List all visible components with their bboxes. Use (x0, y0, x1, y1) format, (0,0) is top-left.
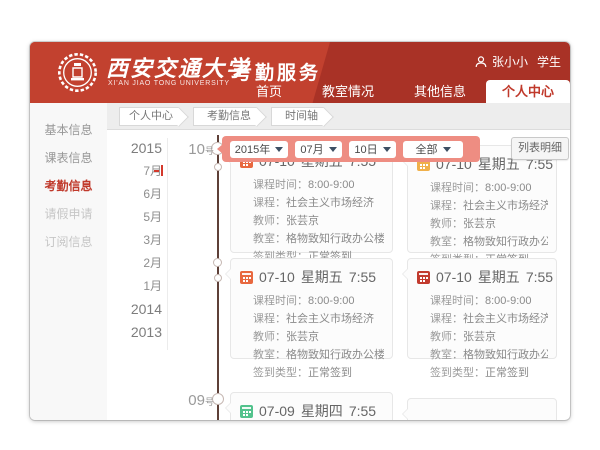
breadcrumb-timeline[interactable]: 时间轴 (271, 107, 324, 126)
scale-separator-line (167, 138, 168, 350)
nav-other-info[interactable]: 其他信息 (400, 80, 480, 103)
calendar-icon (240, 271, 253, 284)
chevron-down-icon (383, 147, 391, 152)
card-date: 07-10 (259, 269, 295, 285)
university-name-en: XI'AN JIAO TONG UNIVERSITY (108, 80, 230, 87)
date-filter-bar: 2015年 07月 10日 全部 (222, 136, 480, 162)
app-window: 西安交通大学 XI'AN JIAO TONG UNIVERSITY 考勤服务 张… (30, 42, 570, 420)
timeline-month-jul[interactable]: 7月 (98, 160, 162, 183)
sidebar-item-timetable-info[interactable]: 课表信息 (30, 144, 107, 172)
timeline-month-mar[interactable]: 3月 (98, 229, 162, 252)
month-dropdown[interactable]: 07月 (295, 141, 342, 158)
card-weekday: 星期五 (478, 267, 520, 287)
user-role: 学生 (537, 53, 561, 70)
card-header: 07-10 星期五 7:55 (231, 259, 392, 290)
timeline-month-jun[interactable]: 6月 (98, 183, 162, 206)
attendance-card: 07-10 星期五 7:55 课程时间：8:00-9:00 课程：社会主义市场经… (407, 258, 557, 359)
user-info[interactable]: 张小小 学生 (475, 53, 561, 70)
chevron-down-icon (275, 147, 283, 152)
chevron-down-icon (443, 147, 451, 152)
attendance-card: 07-10 星期五 7:55 课程时间：8:00-9:00 课程：社会主义市场经… (230, 258, 393, 359)
university-logo-icon (57, 52, 98, 93)
breadcrumb-personal-center[interactable]: 个人中心 (119, 107, 179, 126)
year-dropdown[interactable]: 2015年 (230, 141, 288, 158)
breadcrumb: 个人中心 考勤信息 时间轴 (107, 103, 570, 130)
timeline-node (214, 163, 222, 171)
day-marker-10: 10号 (178, 141, 214, 159)
timeline-scale: 2015 7月 6月 5月 3月 2月 1月 2014 2013 (98, 137, 162, 344)
person-icon (475, 56, 487, 68)
timeline-year-2013[interactable]: 2013 (98, 321, 162, 344)
card-date: 07-09 (259, 403, 295, 419)
timeline-year-2014[interactable]: 2014 (98, 298, 162, 321)
card-header: 07-10 星期五 7:55 (408, 259, 556, 290)
card-body: 课程时间：8:00-9:00 课程：社会主义市场经济 教师：张芸京 教室：格物致… (231, 290, 392, 388)
nav-personal-center[interactable]: 个人中心 (486, 80, 570, 103)
card-time: 7:55 (349, 269, 376, 285)
sidebar: 基本信息 课表信息 考勤信息 请假申请 订阅信息 (30, 103, 107, 420)
main-nav: 首页 教室情况 其他信息 个人中心 (236, 80, 570, 103)
day-marker-09: 09号 (178, 392, 214, 410)
type-dropdown[interactable]: 全部 (403, 141, 463, 158)
sidebar-item-subscription-info[interactable]: 订阅信息 (30, 228, 107, 256)
nav-home[interactable]: 首页 (242, 80, 296, 103)
card-time: 7:55 (526, 269, 553, 285)
user-name: 张小小 (492, 53, 528, 70)
breadcrumb-attendance-info[interactable]: 考勤信息 (193, 107, 257, 126)
card-body: 课程时间：8:00-9:00 课程：社会主义市场经济 教师：张芸京 教室：格物致… (408, 290, 556, 388)
timeline-year-2015[interactable]: 2015 (98, 137, 162, 160)
calendar-icon (417, 271, 430, 284)
card-header: 07-09 星期四 7:55 (231, 393, 392, 420)
day-dropdown[interactable]: 10日 (349, 141, 396, 158)
calendar-icon (240, 405, 253, 418)
sidebar-item-leave-request[interactable]: 请假申请 (30, 200, 107, 228)
timeline-month-may[interactable]: 5月 (98, 206, 162, 229)
current-month-cursor (154, 165, 163, 176)
university-name-cn: 西安交通大学 (106, 51, 250, 83)
timeline-month-feb[interactable]: 2月 (98, 252, 162, 275)
card-time: 7:55 (349, 403, 376, 419)
timeline-node (214, 274, 222, 282)
sidebar-item-basic-info[interactable]: 基本信息 (30, 116, 107, 144)
timeline-month-jan[interactable]: 1月 (98, 275, 162, 298)
chevron-down-icon (329, 147, 337, 152)
sidebar-item-attendance-info[interactable]: 考勤信息 (30, 172, 107, 200)
card-weekday: 星期五 (301, 267, 343, 287)
card-weekday: 星期四 (301, 401, 343, 420)
card-date: 07-10 (436, 269, 472, 285)
list-detail-button[interactable]: 列表明细 (511, 137, 569, 160)
attendance-card-partial: 07-09 星期四 7:55 (230, 392, 393, 420)
app-header: 西安交通大学 XI'AN JIAO TONG UNIVERSITY 考勤服务 张… (30, 42, 570, 103)
nav-classrooms[interactable]: 教室情况 (308, 80, 388, 103)
attendance-card-stub (407, 398, 557, 420)
timeline-node (213, 258, 222, 267)
page-background: 西安交通大学 XI'AN JIAO TONG UNIVERSITY 考勤服务 张… (0, 0, 600, 450)
